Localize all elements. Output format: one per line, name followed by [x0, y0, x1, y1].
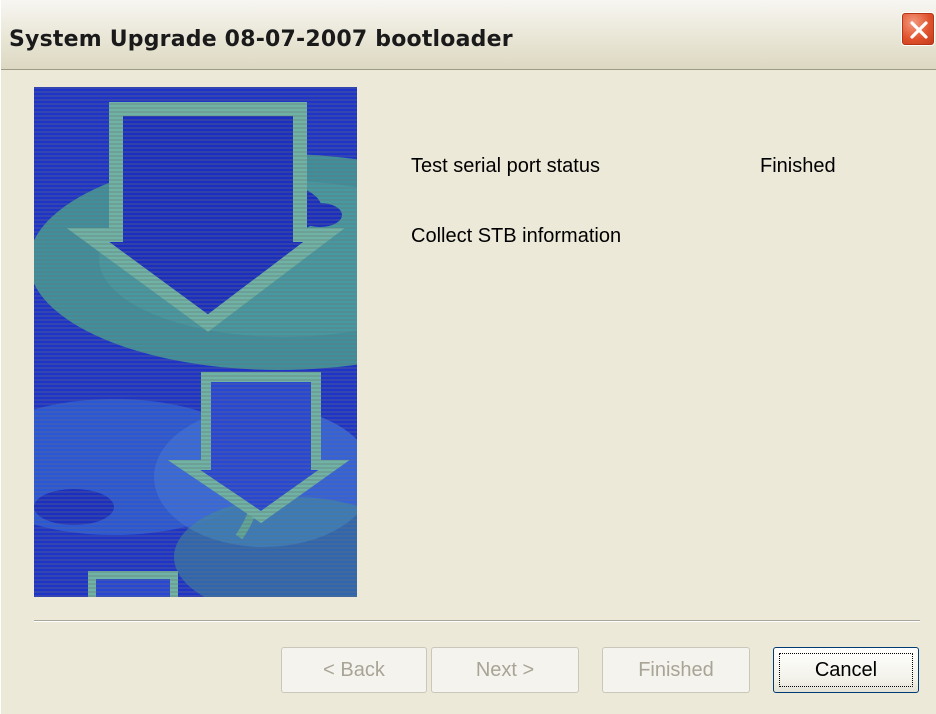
- cancel-button-label: Cancel: [779, 653, 913, 687]
- cancel-button[interactable]: Cancel: [773, 647, 919, 693]
- footer-divider: [34, 620, 920, 622]
- wizard-window: System Upgrade 08-07-2007 bootloader Tes…: [0, 0, 936, 714]
- status-row-value: Finished: [760, 155, 836, 177]
- status-row-label: Test serial port status: [411, 155, 600, 177]
- progress-status-list: Test serial port status Finished Collect…: [411, 150, 891, 290]
- download-arrows-icon: [34, 87, 357, 597]
- status-row-label: Collect STB information: [411, 225, 622, 247]
- next-button[interactable]: Next >: [431, 647, 579, 693]
- title-bar[interactable]: System Upgrade 08-07-2007 bootloader: [1, 0, 936, 70]
- status-row: Test serial port status Finished: [411, 150, 891, 220]
- close-icon: [910, 21, 928, 39]
- back-button[interactable]: < Back: [281, 647, 427, 693]
- status-row: Collect STB information: [411, 220, 891, 290]
- wizard-side-image: [34, 87, 357, 597]
- close-button[interactable]: [901, 12, 935, 46]
- window-title: System Upgrade 08-07-2007 bootloader: [9, 27, 513, 52]
- finished-button[interactable]: Finished: [602, 647, 750, 693]
